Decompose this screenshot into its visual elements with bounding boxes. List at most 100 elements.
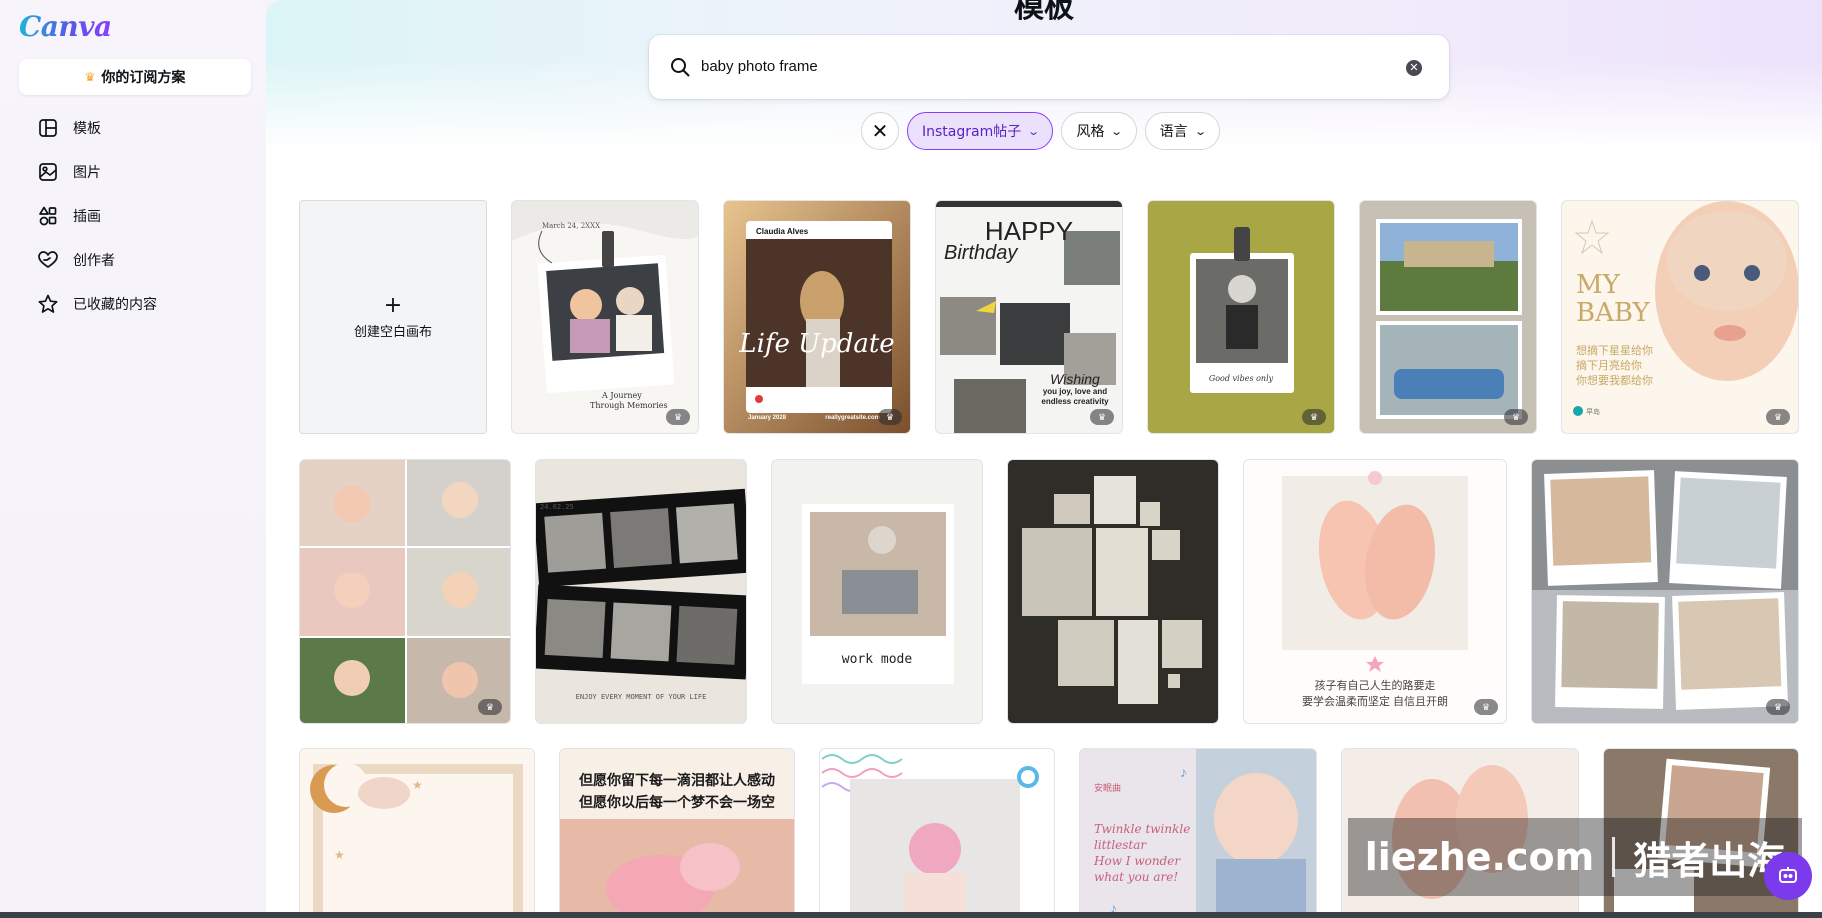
page-title: 模板 [1014,0,1074,25]
template-card[interactable]: Good vibes only ♛ [1147,200,1335,434]
pro-crown-badge: ♛ [1766,409,1790,425]
template-card[interactable]: 孩子有自己人生的路要走 要学会温柔而坚定 自信且开朗 ♛ [1243,459,1507,724]
sidebar-item-starred[interactable]: 已收藏的内容 [19,282,251,326]
template-text: ENJOY EVERY MOMENT OF YOUR LIFE [575,693,707,701]
template-card[interactable]: 但愿你留下每一滴泪都让人感动 但愿你以后每一个梦不会一场空 [559,748,795,912]
watermark-text: 猎者出海 [1633,838,1786,883]
template-text: Wishing [1050,371,1100,387]
sidebar-item-label: 创作者 [73,253,115,269]
template-text: March 24, 2XXX [542,222,601,230]
svg-text:♪: ♪ [1180,764,1187,780]
template-text: A Journey [602,391,642,400]
clear-search-icon[interactable]: ✕ [1406,60,1422,76]
template-text: 24.02.25 [540,503,574,511]
search-input[interactable]: baby photo frame [701,58,818,75]
pro-crown-badge: ♛ [878,409,902,425]
template-text: Twinkle twinkle [1094,822,1191,836]
watermark-divider [1612,837,1616,877]
template-text: 要学会温柔而坚定 自信且开朗 [1301,696,1449,708]
template-thumbnail [1148,201,1334,433]
template-card[interactable]: Claudia Alves Life Update January 2028 r… [723,200,911,434]
search-bar[interactable]: baby photo frame ✕ [649,35,1449,99]
template-text: 安眠曲 [1094,783,1122,793]
sidebar-item-photos[interactable]: 图片 [19,150,251,194]
pro-crown-badge: ♛ [1766,699,1790,715]
subscription-plan-label: 你的订阅方案 [101,70,186,86]
plus-icon: + [383,292,403,318]
template-text: reallygreatsite.com [825,415,880,421]
svg-text:♪: ♪ [1110,900,1117,912]
template-icon [39,119,57,137]
template-thumbnail [1022,476,1202,704]
svg-text:★: ★ [412,778,423,792]
template-card[interactable]: HAPPY Birthday Wishing you joy, love and… [935,200,1123,434]
template-thumbnail [821,754,1039,912]
sidebar-item-label: 已收藏的内容 [73,297,157,313]
template-card[interactable]: ♛ [299,459,511,724]
sidebar-item-label: 模板 [73,121,101,137]
sidebar: Canva ♛ 你的订阅方案 模板 图片 插画 创作者 已收藏的内容 [0,0,266,918]
template-text: you joy, love and [1042,387,1108,396]
create-blank-canvas-button[interactable]: + 创建空白画布 [299,200,487,434]
sidebar-nav: 模板 图片 插画 创作者 已收藏的内容 [19,106,251,326]
template-card[interactable] [1007,459,1219,724]
star-icon [38,294,58,313]
pro-crown-badge: ♛ [666,409,690,425]
help-chat-button[interactable] [1764,852,1812,900]
canva-logo[interactable]: Canva [19,10,112,43]
heart-hand-icon [38,251,58,268]
clear-filters-button[interactable]: ✕ [861,112,899,150]
pro-crown-badge: ♛ [1504,409,1528,425]
template-card[interactable]: ♛ [1531,459,1799,724]
template-text: BABY [1576,298,1650,328]
chat-bot-icon [1779,867,1797,883]
template-text: Good vibes only [1208,374,1274,383]
template-text: work mode [841,652,913,667]
sidebar-item-label: 插画 [73,209,101,225]
template-text: 想摘下星星给你 [1576,345,1653,357]
template-text: littlestar [1094,838,1147,852]
chevron-down-icon: ⌄ [1110,124,1124,138]
pro-crown-badge: ♛ [1090,409,1114,425]
chevron-down-icon: ⌄ [1193,124,1207,138]
pro-crown-badge: ♛ [1474,699,1498,715]
crown-icon: ♛ [84,70,96,84]
template-card[interactable]: ★ ★ [299,748,535,912]
shapes-icon [39,206,57,226]
template-text: 但愿你以后每一个梦不会一场空 [579,794,775,810]
template-text: endless creativity [1041,397,1109,406]
template-card[interactable]: MY BABY 想摘下星星给你 摘下月亮给你 你想要我都给你 早岛 ♛ [1561,200,1799,434]
sidebar-item-illustrations[interactable]: 插画 [19,194,251,238]
watermark-text: liezhe.com [1364,835,1595,879]
template-card[interactable]: ♪ ♪ 安眠曲 Twinkle twinkle littlestar How I… [1079,748,1317,912]
template-text: Claudia Alves [756,227,809,236]
template-text: How I wonder [1094,854,1181,868]
sidebar-item-creators[interactable]: 创作者 [19,238,251,282]
template-thumbnail [1376,219,1522,419]
template-card[interactable]: work mode [771,459,983,724]
subscription-plan-button[interactable]: ♛ 你的订阅方案 [19,59,251,95]
template-card[interactable]: March 24, 2XXX A Journey Through Memorie… [511,200,699,434]
pro-crown-badge: ♛ [1302,409,1326,425]
watermark-overlay: liezhe.com 猎者出海 [1348,818,1802,896]
filter-language[interactable]: 语言 ⌄ [1144,112,1220,150]
pro-crown-badge: ♛ [478,699,502,715]
main-content: 模板 baby photo frame ✕ ✕ Instagram帖子 ⌄ 风格… [266,0,1822,912]
template-thumbnail [300,460,510,723]
template-thumbnail [802,504,954,684]
filter-label: Instagram帖子 [922,124,1022,140]
sidebar-item-templates[interactable]: 模板 [19,106,251,150]
filter-label: 风格 [1076,124,1105,140]
filter-instagram-post[interactable]: Instagram帖子 ⌄ [907,112,1054,150]
close-icon: ✕ [871,120,889,143]
template-card[interactable]: 24.02.25 ENJOY EVERY MOMENT OF YOUR LIFE [535,459,747,724]
template-text: Life Update [739,329,895,359]
template-card[interactable]: ♛ [1359,200,1537,434]
bottom-scrollbar[interactable] [0,912,1822,918]
filter-style[interactable]: 风格 ⌄ [1061,112,1137,150]
sidebar-item-label: 图片 [73,165,101,181]
template-card[interactable] [819,748,1055,912]
template-text: 但愿你留下每一滴泪都让人感动 [579,772,775,788]
template-text: what you are! [1094,870,1179,884]
template-thumbnail [1532,460,1798,723]
